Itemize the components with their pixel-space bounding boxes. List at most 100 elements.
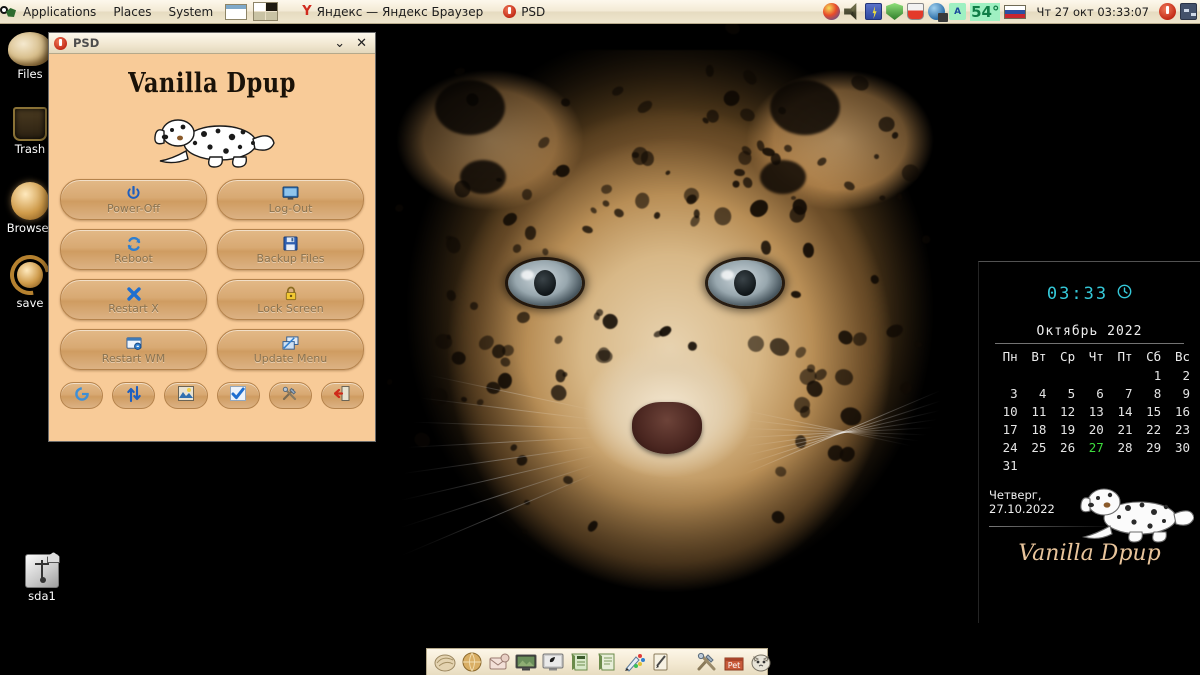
- tray-firewall-icon[interactable]: [886, 3, 904, 20]
- blue-check-icon: [230, 386, 247, 405]
- power-off-label: Power-Off: [106, 202, 161, 215]
- menu-bar[interactable]: Applications Places System: [16, 3, 216, 21]
- dock-monitor[interactable]: [542, 652, 564, 673]
- tray-battery-icon[interactable]: [865, 3, 883, 20]
- calendar-day-25: 25: [1031, 439, 1047, 455]
- dock-editor[interactable]: [569, 652, 591, 673]
- backup-files-button[interactable]: Backup Files: [217, 229, 364, 270]
- calendar-day-16: 16: [1174, 403, 1190, 419]
- psd-window[interactable]: PSD ⌄ ✕ Vanilla Dpup Power-Off Log-Out R…: [48, 32, 376, 442]
- show-desktop-icon[interactable]: [1180, 3, 1197, 20]
- tray-keyboard-layout[interactable]: А: [949, 3, 967, 20]
- restart-wm-label: Restart WM: [101, 352, 166, 365]
- tray-diskfree-icon[interactable]: [907, 3, 925, 20]
- power-off-button[interactable]: Power-Off: [60, 179, 207, 220]
- lock-screen-label: Lock Screen: [257, 302, 324, 315]
- calendar-day-empty: [1018, 366, 1047, 384]
- lock-icon: [284, 285, 298, 302]
- calendar-day-empty: [1104, 456, 1133, 474]
- dock-files[interactable]: [434, 652, 456, 673]
- calendar-day-21: 21: [1117, 421, 1133, 437]
- restart-wm-button[interactable]: Restart WM: [60, 329, 207, 370]
- calendar-day-27: 27: [1088, 439, 1104, 455]
- calendar-day-31: 31: [1002, 457, 1018, 473]
- backup-files-label: Backup Files: [256, 252, 325, 265]
- task-psd[interactable]: PSD: [503, 5, 545, 19]
- calendar-day-1: 1: [1153, 367, 1162, 383]
- calendar-day-empty: [1046, 366, 1075, 384]
- reboot-button[interactable]: Reboot: [60, 229, 207, 270]
- log-out-button[interactable]: Log-Out: [217, 179, 364, 220]
- refresh-button[interactable]: [60, 382, 104, 409]
- dock-tools[interactable]: [696, 652, 718, 673]
- restart-x-button[interactable]: Restart X: [60, 279, 207, 320]
- globe-browser-icon: [11, 182, 49, 220]
- tray-palette-icon[interactable]: [823, 3, 841, 20]
- dock-notepad[interactable]: [650, 652, 672, 673]
- lock-screen-button[interactable]: Lock Screen: [217, 279, 364, 320]
- trash-icon: [13, 107, 47, 141]
- task-yandex-browser[interactable]: Y Яндекс — Яндекс Браузер: [302, 4, 483, 19]
- tray-volume-icon[interactable]: [844, 3, 857, 20]
- system-tray[interactable]: А 54° Чт 27 окт 03:33:07: [823, 2, 1200, 22]
- dock-mail[interactable]: [488, 652, 510, 673]
- calendar-header-row: Пн Вт Ср Чт Пт Сб Вс: [989, 347, 1190, 366]
- conky-calendar-table: Пн Вт Ср Чт Пт Сб Вс 1 2 3 4 5 6 7 8 9 10 11 12 13 14 15 16 17…: [989, 347, 1190, 474]
- conky-time-text: 03:33: [1046, 284, 1109, 304]
- tray-network-icon[interactable]: [928, 3, 949, 22]
- menu-places[interactable]: Places: [110, 3, 154, 21]
- calendar-day-11: 11: [1031, 403, 1047, 419]
- image-picture-icon: [177, 386, 194, 405]
- window-task-list[interactable]: Y Яндекс — Яндекс Браузер PSD: [302, 4, 545, 19]
- swap-button[interactable]: [112, 382, 156, 409]
- dock-cat[interactable]: [750, 652, 772, 673]
- exit-button[interactable]: [320, 382, 365, 409]
- workspace-1[interactable]: [225, 3, 248, 20]
- calendar-day-13: 13: [1088, 403, 1104, 419]
- calendar-weekday-5: Сб: [1146, 349, 1162, 364]
- dock-paint[interactable]: [623, 652, 645, 673]
- conky-month-year: Октябрь 2022: [1036, 324, 1143, 339]
- update-menu-label: Update Menu: [253, 352, 328, 365]
- calendar-day-10: 10: [1002, 403, 1018, 419]
- close-button[interactable]: ✕: [356, 37, 367, 50]
- x-cross-icon: [126, 285, 142, 302]
- calendar-day-26: 26: [1060, 439, 1076, 455]
- dock-browser[interactable]: [461, 652, 483, 673]
- panel-clock[interactable]: Чт 27 окт 03:33:07: [1030, 5, 1155, 19]
- calendar-day-22: 22: [1146, 421, 1162, 437]
- temperature-indicator[interactable]: 54°: [970, 2, 1001, 21]
- dock-document[interactable]: [596, 652, 618, 673]
- workspace-pager[interactable]: [225, 2, 279, 21]
- minimize-button[interactable]: ⌄: [334, 37, 345, 50]
- calendar-week-row: 31: [989, 456, 1190, 474]
- update-menu-button[interactable]: Update Menu: [217, 329, 364, 370]
- menu-applications[interactable]: Applications: [20, 3, 99, 21]
- ru-flag-icon[interactable]: [1004, 4, 1027, 19]
- top-panel[interactable]: Applications Places System Y Яндекс — Ян…: [0, 0, 1200, 24]
- psd-window-titlebar[interactable]: PSD ⌄ ✕: [49, 33, 375, 54]
- calendar-week-row: 17 18 19 20 21 22 23: [989, 420, 1190, 438]
- menu-system[interactable]: System: [165, 3, 216, 21]
- calendar-weekday-0: Пн: [1002, 349, 1018, 364]
- usb-drive-icon: [25, 552, 60, 588]
- puppy-logo-icon[interactable]: [0, 4, 16, 19]
- dock-media[interactable]: [515, 652, 537, 673]
- panel-power-icon[interactable]: [1159, 3, 1176, 20]
- calendar-day-2: 2: [1182, 367, 1190, 383]
- bottom-dock[interactable]: Pet: [426, 648, 771, 675]
- wallpaper-button[interactable]: [164, 382, 208, 409]
- psd-action-grid: Power-Off Log-Out Reboot Backup Files Re…: [60, 179, 364, 370]
- refresh-circle-icon: [74, 386, 90, 406]
- restart-x-label: Restart X: [108, 302, 159, 315]
- calendar-week-row: 3 4 5 6 7 8 9: [989, 384, 1190, 402]
- apply-button[interactable]: [216, 382, 260, 409]
- conky-divider: [995, 343, 1184, 344]
- tools-button[interactable]: [268, 382, 312, 409]
- calendar-day-empty: [1075, 366, 1104, 384]
- calendar-day-empty: [1161, 456, 1190, 474]
- workspace-2[interactable]: [253, 2, 279, 21]
- calendar-day-23: 23: [1174, 421, 1190, 437]
- desktop-icon-sda1[interactable]: sda1: [14, 552, 70, 602]
- dock-petget[interactable]: Pet: [723, 652, 745, 673]
